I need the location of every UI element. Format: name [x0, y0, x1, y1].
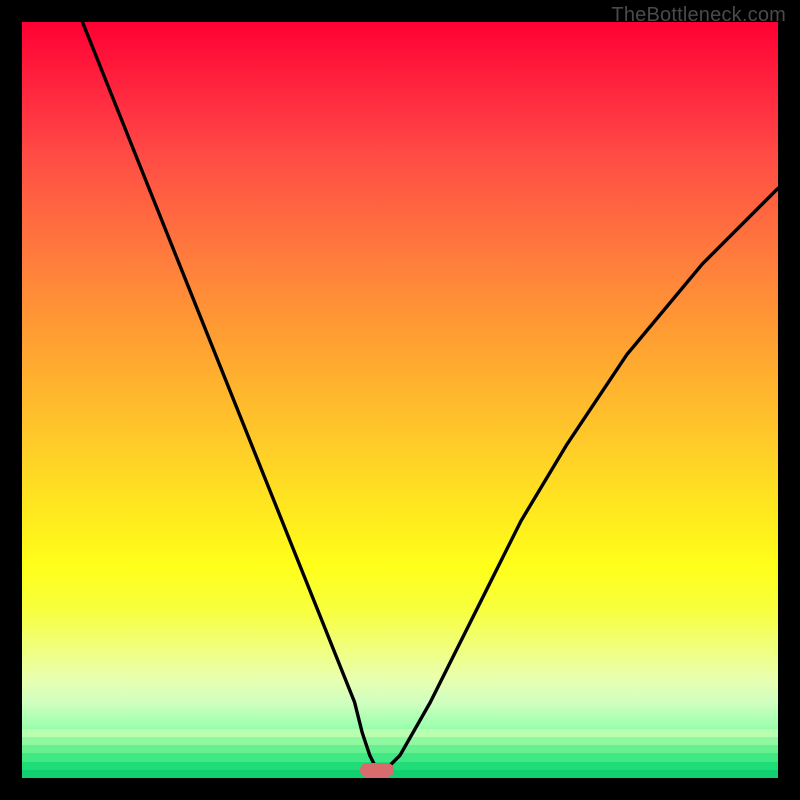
optimum-marker — [360, 763, 394, 777]
chart-frame: TheBottleneck.com — [0, 0, 800, 800]
bottleneck-curve — [22, 22, 778, 778]
watermark-text: TheBottleneck.com — [611, 4, 786, 27]
plot-area — [22, 22, 778, 778]
